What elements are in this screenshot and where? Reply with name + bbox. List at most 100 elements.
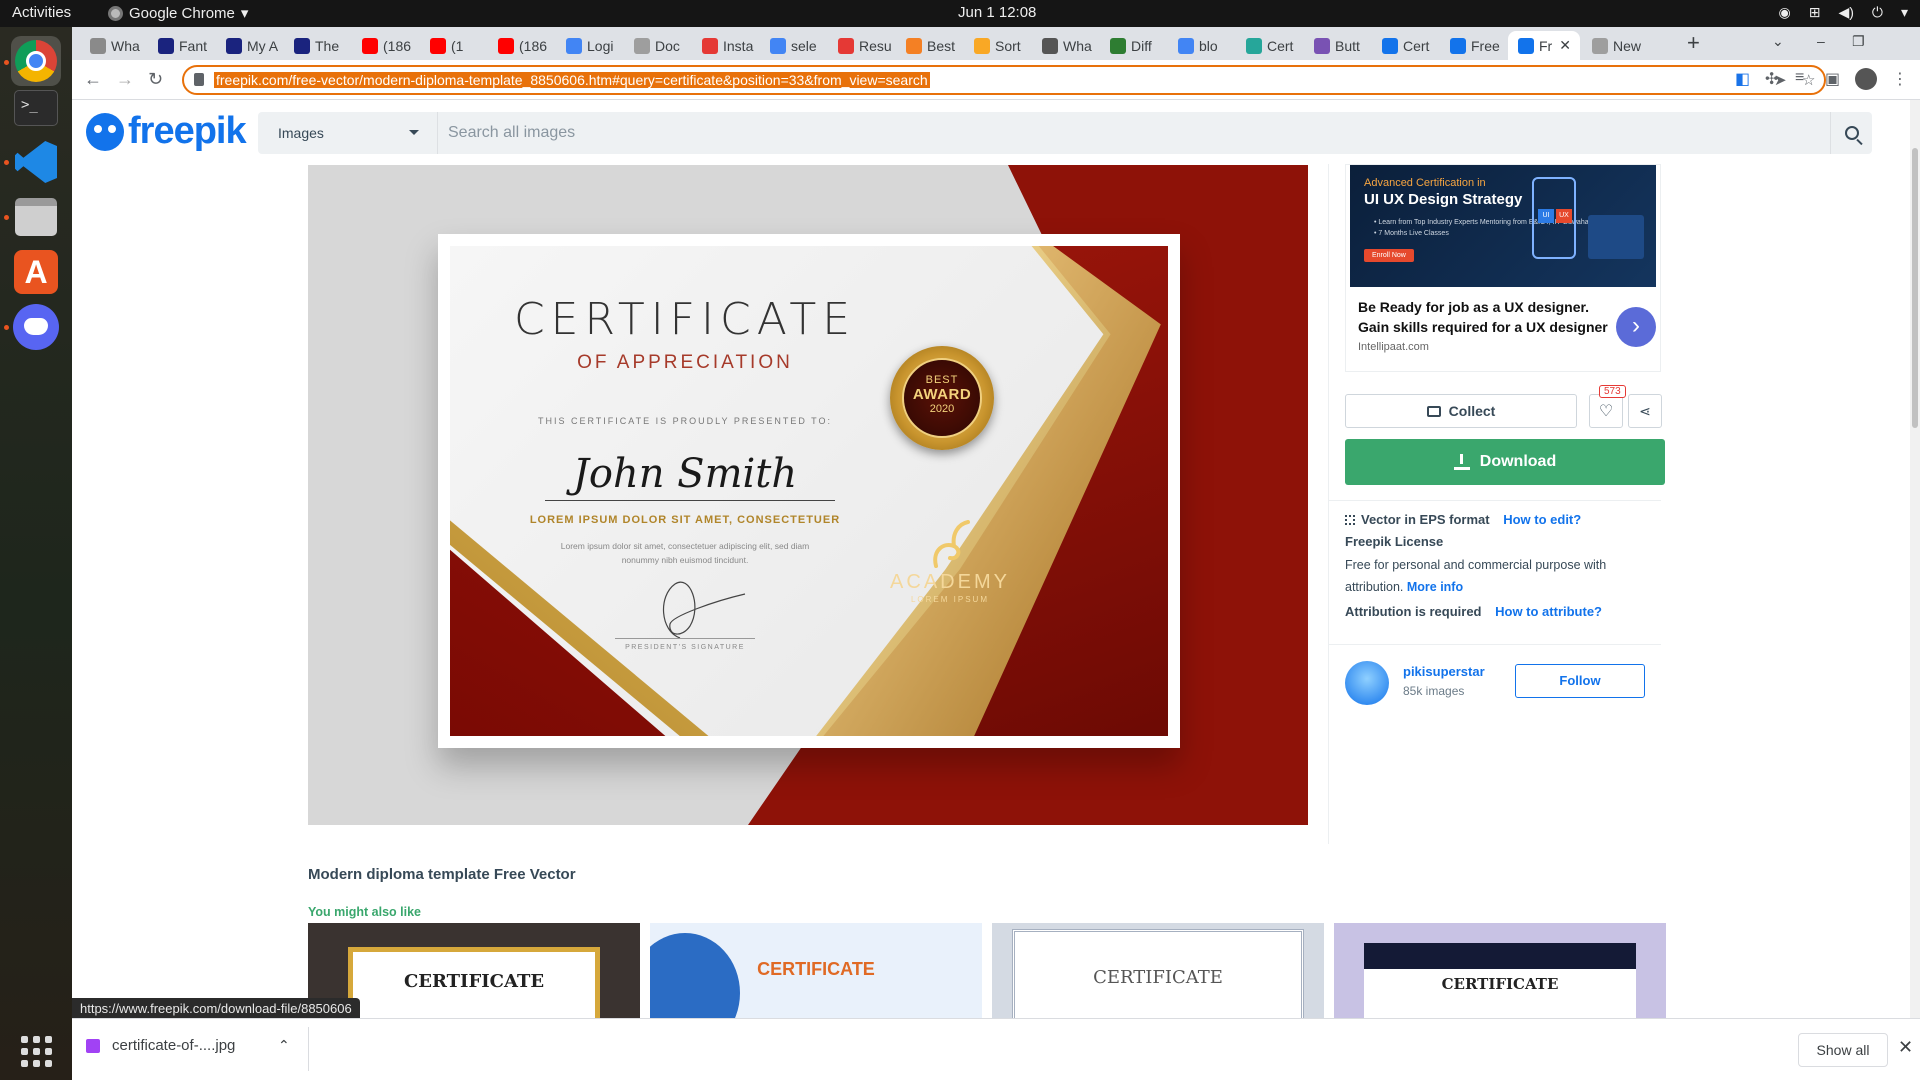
dock-discord[interactable] bbox=[11, 302, 61, 352]
page-icon bbox=[158, 37, 174, 54]
show-apps-button[interactable] bbox=[11, 1026, 61, 1076]
volume-icon[interactable]: ◀) bbox=[1838, 4, 1853, 21]
minimize-icon[interactable]: – bbox=[1817, 33, 1825, 49]
browser-tab[interactable]: Wha bbox=[1032, 31, 1100, 60]
chevron-up-icon[interactable]: ⌃ bbox=[278, 1037, 290, 1054]
like-count-badge: 573 bbox=[1599, 385, 1626, 398]
browser-tab[interactable]: sele bbox=[760, 31, 828, 60]
signature-line bbox=[615, 638, 755, 639]
browser-tab[interactable]: Free bbox=[1440, 31, 1508, 60]
browser-tab[interactable]: Butt bbox=[1304, 31, 1372, 60]
certificate-frame: CERTIFICATE OF APPRECIATION THIS CERTIFI… bbox=[438, 234, 1180, 748]
downloaded-file-item[interactable]: certificate-of-....jpg bbox=[86, 1037, 235, 1054]
close-shelf-icon[interactable]: ✕ bbox=[1898, 1037, 1913, 1058]
running-indicator bbox=[4, 160, 9, 165]
browser-tab[interactable]: Cert bbox=[1372, 31, 1440, 60]
browser-tab[interactable]: Doc bbox=[624, 31, 692, 60]
media-controls-icon[interactable]: ≡ bbox=[1795, 69, 1804, 87]
author-avatar[interactable] bbox=[1345, 661, 1389, 705]
ad-banner[interactable]: Advanced Certification in UI UX Design S… bbox=[1350, 165, 1656, 287]
how-to-edit-link[interactable]: How to edit? bbox=[1503, 512, 1581, 527]
browser-tab[interactable]: blo bbox=[1168, 31, 1236, 60]
seal-award: AWARD bbox=[912, 386, 972, 403]
follow-button[interactable]: Follow bbox=[1515, 664, 1645, 698]
tab-search-icon[interactable]: ⌄ bbox=[1772, 33, 1784, 50]
browser-tab[interactable]: Best bbox=[896, 31, 964, 60]
scrollbar-thumb[interactable] bbox=[1912, 148, 1918, 428]
browser-tab[interactable]: Diff bbox=[1100, 31, 1168, 60]
like-button[interactable]: ♡ bbox=[1589, 394, 1623, 428]
discord-tray-icon[interactable]: ◉ bbox=[1779, 4, 1791, 21]
files-icon bbox=[15, 198, 57, 236]
forward-icon[interactable]: → bbox=[116, 69, 134, 90]
reload-icon[interactable]: ↻ bbox=[148, 69, 163, 90]
browser-tab[interactable]: (186 bbox=[488, 31, 556, 60]
freepik-logo[interactable]: freepik bbox=[86, 110, 247, 153]
ad-enroll-button[interactable]: Enroll Now bbox=[1364, 249, 1414, 262]
search-type-select[interactable]: Images bbox=[258, 112, 438, 154]
youtube-icon bbox=[430, 37, 446, 54]
author-name[interactable]: pikisuperstar bbox=[1403, 664, 1485, 679]
restore-icon[interactable]: ❐ bbox=[1852, 33, 1865, 50]
freepik-icon bbox=[1450, 37, 1466, 54]
caret-down-icon[interactable]: ▾ bbox=[1901, 4, 1908, 21]
back-icon[interactable]: ← bbox=[84, 69, 102, 90]
dock-chrome[interactable] bbox=[11, 36, 61, 86]
tab-label: Fant bbox=[179, 37, 208, 54]
browser-tab[interactable]: Insta bbox=[692, 31, 760, 60]
browser-tab[interactable]: Cert bbox=[1236, 31, 1304, 60]
advertisement[interactable]: Advanced Certification in UI UX Design S… bbox=[1345, 164, 1661, 372]
share-button[interactable]: ⋖ bbox=[1628, 394, 1662, 428]
collect-button[interactable]: Collect bbox=[1345, 394, 1577, 428]
ad-headline[interactable]: Be Ready for job as a UX designer. Gain … bbox=[1358, 297, 1608, 337]
power-icon[interactable]: ⏻ bbox=[1872, 4, 1883, 21]
preview-image[interactable]: CERTIFICATE OF APPRECIATION THIS CERTIFI… bbox=[308, 165, 1308, 825]
new-tab-button[interactable]: + bbox=[1687, 30, 1700, 56]
browser-tab[interactable]: Sort bbox=[964, 31, 1032, 60]
close-tab-icon[interactable]: ✕ bbox=[1559, 37, 1571, 54]
browser-tab[interactable]: Logi bbox=[556, 31, 624, 60]
browser-tab[interactable]: New bbox=[1582, 31, 1650, 60]
side-panel-icon[interactable]: ▣ bbox=[1825, 69, 1840, 89]
more-info-link[interactable]: More info bbox=[1407, 580, 1463, 594]
activities-button[interactable]: Activities bbox=[12, 4, 71, 21]
show-all-button[interactable]: Show all bbox=[1798, 1033, 1888, 1067]
lock-icon[interactable] bbox=[194, 73, 204, 86]
browser-tab[interactable]: My A bbox=[216, 31, 284, 60]
browser-tab[interactable]: Fant bbox=[148, 31, 216, 60]
app-menu[interactable]: Google Chrome ▾ bbox=[108, 4, 248, 22]
certificate-subtitle: OF APPRECIATION bbox=[577, 352, 793, 373]
download-button[interactable]: Download bbox=[1345, 439, 1665, 485]
running-indicator bbox=[4, 215, 9, 220]
ad-arrow-button[interactable]: › bbox=[1616, 307, 1656, 347]
related-thumbnail[interactable]: CERTIFICATE bbox=[650, 923, 982, 1018]
certificate-presented-text: THIS CERTIFICATE IS PROUDLY PRESENTED TO… bbox=[537, 416, 833, 426]
related-thumbnail[interactable]: CERTIFICATE bbox=[1334, 923, 1666, 1018]
network-icon[interactable]: ⊞ bbox=[1809, 4, 1821, 21]
page-scrollbar[interactable] bbox=[1910, 100, 1920, 1018]
dock-app-center[interactable]: A bbox=[11, 247, 61, 297]
browser-tab[interactable]: (186 bbox=[352, 31, 420, 60]
extensions-puzzle-icon[interactable]: ✣ bbox=[1765, 69, 1778, 89]
search-input[interactable] bbox=[448, 112, 1648, 154]
how-to-attribute-link[interactable]: How to attribute? bbox=[1495, 604, 1602, 619]
browser-tab[interactable]: (1 bbox=[420, 31, 488, 60]
certificate-lorem-body: Lorem ipsum dolor sit amet, consectetuer… bbox=[560, 541, 810, 565]
clock[interactable]: Jun 1 12:08 bbox=[958, 4, 1036, 21]
dock-vscode[interactable] bbox=[11, 137, 61, 187]
dock-terminal[interactable]: >_ bbox=[11, 83, 61, 133]
browser-tab[interactable]: Wha bbox=[80, 31, 148, 60]
browser-tab[interactable]: The bbox=[284, 31, 352, 60]
search-button[interactable] bbox=[1830, 112, 1872, 154]
kebab-menu-icon[interactable]: ⋮ bbox=[1892, 69, 1908, 89]
browser-tab[interactable]: Resu bbox=[828, 31, 896, 60]
url-text[interactable]: freepik.com/free-vector/modern-diploma-t… bbox=[214, 72, 930, 88]
dock-files[interactable] bbox=[11, 192, 61, 242]
address-bar[interactable]: freepik.com/free-vector/modern-diploma-t… bbox=[182, 65, 1826, 95]
related-thumbnail[interactable]: CERTIFICATE bbox=[992, 923, 1324, 1018]
discord-icon bbox=[13, 304, 59, 350]
extension-icon[interactable]: ◧ bbox=[1735, 69, 1750, 89]
system-tray[interactable]: ◉ ⊞ ◀) ⏻ ▾ bbox=[1779, 4, 1909, 21]
profile-avatar[interactable] bbox=[1855, 68, 1877, 90]
browser-tab[interactable]: Fr ✕ bbox=[1508, 31, 1580, 60]
